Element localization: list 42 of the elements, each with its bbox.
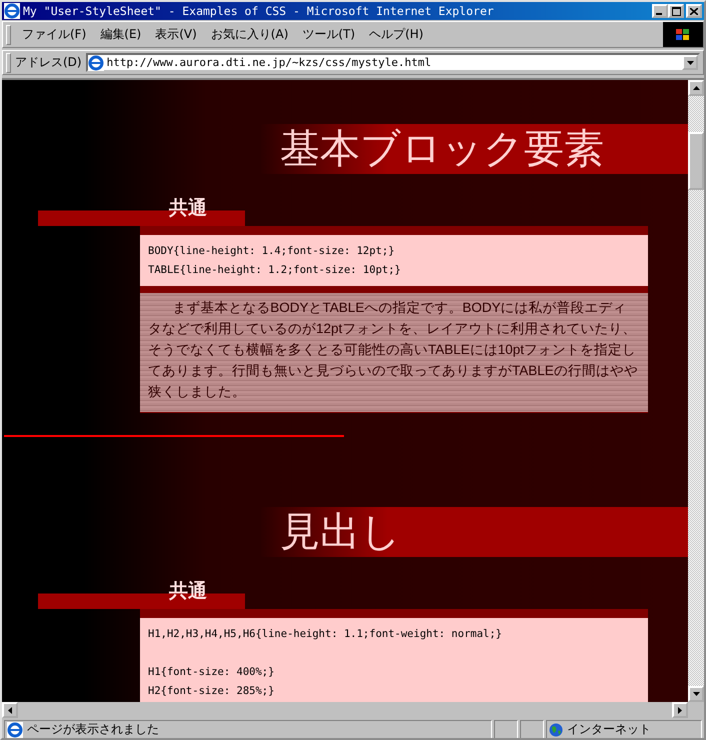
code-line: H1{font-size: 400%;}: [148, 665, 276, 680]
menu-item[interactable]: お気に入り(A): [204, 26, 296, 43]
maximize-button[interactable]: [668, 4, 684, 18]
page-icon: [7, 722, 23, 738]
code-line: H2{font-size: 285%;}: [148, 684, 276, 699]
zone-text: インターネット: [567, 721, 651, 738]
windows-logo-icon: [675, 28, 691, 42]
maximize-icon: [672, 6, 680, 16]
menu-item[interactable]: 編集(E): [93, 26, 148, 43]
close-icon: [690, 8, 698, 14]
address-label: アドレス(D): [15, 54, 83, 71]
code-line: TABLE{line-height: 1.2;font-size: 10pt;}: [148, 263, 402, 278]
code-line: H1,H2,H3,H4,H5,H6{line-height: 1.1;font-weight: normal;}: [148, 627, 504, 642]
caret-icon: [686, 60, 694, 64]
browser-icon: [4, 3, 20, 19]
close-button[interactable]: [686, 4, 702, 18]
status-panel: [494, 720, 518, 738]
menu-item[interactable]: 表示(V): [148, 26, 204, 43]
scroll-up-button[interactable]: [688, 80, 704, 96]
menu-item[interactable]: ファイル(F): [15, 26, 94, 43]
scroll-thumb[interactable]: [688, 132, 704, 190]
scroll-down-button[interactable]: [688, 686, 704, 702]
right-arrow-icon: [678, 706, 682, 714]
minimize-button[interactable]: [652, 4, 668, 18]
vertical-scrollbar[interactable]: [688, 80, 704, 702]
code-line: BODY{line-height: 1.4;font-size: 12pt;}: [148, 244, 396, 259]
scroll-left-button[interactable]: [2, 702, 18, 718]
down-arrow-icon: [692, 692, 700, 696]
window-title: My "User-StyleSheet" - Examples of CSS - Microsoft Internet Explorer: [23, 4, 494, 18]
dropdown-button[interactable]: [682, 55, 698, 70]
url-text: http://www.aurora.dti.ne.jp/~kzs/css/mystyle.html: [106, 56, 432, 69]
status-panel: [520, 720, 544, 738]
up-arrow-icon: [692, 86, 700, 90]
address-field[interactable]: http://www.aurora.dti.ne.jp/~kzs/css/mystyle.html: [86, 53, 700, 72]
scroll-right-button[interactable]: [672, 702, 688, 718]
menu-item[interactable]: ツール(T): [295, 26, 362, 43]
description-paragraph: まず基本となるBODYとTABLEへの指定です。BODYには私が普段エディタなどで利用しているのが12ptフォントを、レイアウトに利用されていたり、そうでなくても横幅を多くとる可能性の高いTABLEには10ptフォントを指定してあります。行間も無いと見づらいので取ってありますがTABLEの行間はやや狭くしました。: [140, 293, 648, 412]
status-text: ページが表示されました: [27, 721, 159, 738]
left-arrow-icon: [8, 706, 12, 714]
menu-item[interactable]: ヘルプ(H): [362, 26, 430, 43]
globe-icon: [549, 722, 563, 736]
page-icon: [88, 54, 104, 70]
